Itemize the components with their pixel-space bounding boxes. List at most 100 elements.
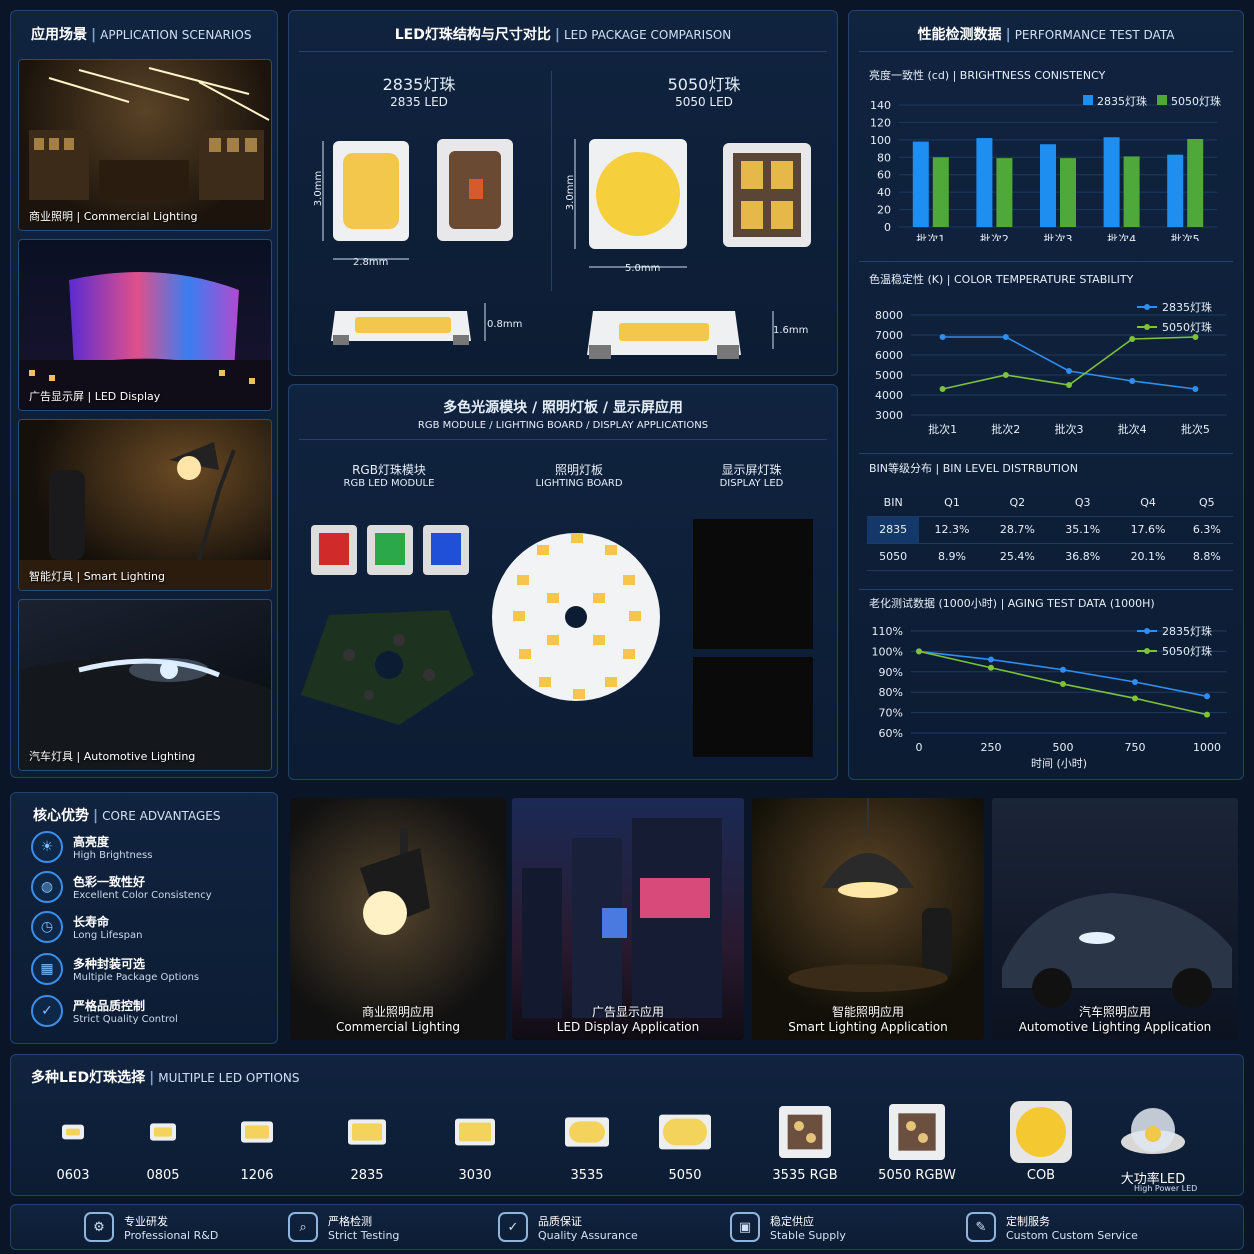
rd-icon: ⚙ [84,1212,114,1242]
legend-label: 2835灯珠 [1162,300,1212,314]
left-width-dim: 2.8mm [353,257,389,268]
data-point [1132,679,1138,685]
led-option-1[interactable]: 0805 [118,1080,208,1190]
scenario-display[interactable]: 广告显示屏 | LED Display [18,239,272,411]
led-option-7[interactable]: 3535 RGB [760,1080,850,1190]
led-option-4[interactable]: 3030 [430,1080,520,1190]
modules-art [301,519,813,757]
app-automotive[interactable]: 汽车照明应用 Automotive Lighting Application [992,798,1238,1040]
led-option-0[interactable]: 0603 [28,1080,118,1190]
y-tick-label: 6000 [875,349,903,362]
y-tick-label: 100% [872,645,903,658]
bar-2835 [912,141,929,227]
y-tick-label: 140 [870,99,891,112]
legend-swatch [1083,95,1093,105]
footer-custom: ✎ 定制服务 Custom Custom Service [966,1212,1138,1242]
data-point [1002,334,1009,340]
scenario-label: 汽车灯具 | Automotive Lighting [29,750,196,763]
table-header-cell: Q3 [1050,489,1116,517]
data-point [1066,382,1072,388]
led-option-2[interactable]: 1206 [212,1080,302,1190]
bar-5050 [1187,138,1204,227]
led-image [659,1114,711,1150]
clock-icon: ◷ [31,911,63,943]
data-point [1204,693,1210,700]
shield-icon: ✓ [31,995,63,1027]
aging-chart: 60% 70% 80% 90% 100% 110% 0 250 500 750 1000 2835灯珠… [872,624,1227,754]
x-tick-label: 500 [1053,741,1074,754]
led-option-label: 0603 [56,1168,90,1183]
advantage-brightness: ☀ 高亮度 High Brightness [31,831,152,863]
bar-2835 [1040,144,1056,227]
led-image [455,1118,495,1146]
app-caption: 广告显示应用 LED Display Application [556,1005,700,1034]
x-tick-label: 批次1 [928,422,957,436]
bar-5050 [1123,156,1140,227]
legend-marker [1144,304,1150,310]
table-header-cell: Q4 [1115,489,1181,517]
scenario-label: 智能灯具 | Smart Lighting [29,570,165,583]
led-option-6[interactable]: 5050 [640,1080,730,1190]
y-tick-label: 0 [884,221,891,234]
y-tick-label: 7000 [875,329,903,342]
footer-quality: ✓ 品质保证 Quality Assurance [498,1212,638,1242]
led-option-3[interactable]: 2835 [322,1080,412,1190]
brightness-chart-title: 亮度一致性 (cd) | BRIGHTNESS CONISTENCY [869,69,1106,82]
series-line-5050 [942,336,1196,390]
x-tick-label: 批次2 [991,422,1020,436]
y-tick-label: 60 [877,169,891,182]
table-cell: 8.8% [1180,543,1233,571]
led-option-5[interactable]: 3535 [542,1080,632,1190]
bar-2835 [1103,137,1120,227]
led-option-label: 1206 [240,1168,274,1183]
y-tick-label: 120 [870,116,891,129]
data-point [1066,368,1072,374]
app-display[interactable]: 广告显示应用 LED Display Application [512,798,744,1040]
x-tick-label: 批次5 [1171,232,1200,241]
automotive-scene-art [19,658,271,770]
package-diagram [322,139,811,359]
led-option-8[interactable]: 5050 RGBW [872,1080,962,1190]
table-row: 5050 8.9% 25.4% 36.8% 20.1% 8.8% [867,543,1233,571]
advantage-lifespan: ◷ 长寿命 Long Lifespan [31,911,142,943]
data-point [939,334,946,340]
led-option-label: 5050 RGBW [878,1168,956,1183]
table-header-row: BIN Q1 Q2 Q3 Q4 Q5 [867,489,1233,517]
advantage-quality: ✓ 严格品质控制 Strict Quality Control [31,995,178,1027]
led-image [1121,1108,1185,1154]
bar-2835 [976,138,993,227]
y-tick-label: 3000 [875,409,903,422]
table-cell: 8.9% [919,543,985,571]
led-option-label: 3030 [458,1168,492,1183]
y-tick-label: 110% [872,625,903,638]
led-option-label: 2835 [350,1168,384,1183]
table-cell: 20.1% [1115,543,1181,571]
app-commercial[interactable]: 商业照明应用 Commercial Lighting [290,798,506,1040]
app-caption: 汽车照明应用 Automotive Lighting Application [1018,1005,1212,1034]
led-option-label: 3535 [570,1168,604,1183]
table-cell: 6.3% [1180,516,1233,544]
app-caption: 商业照明应用 Commercial Lighting [335,1005,461,1034]
scenarios-title: 应用场景 | APPLICATION SCENARIOS [31,27,252,43]
series-line-2835 [918,650,1208,698]
legend-label: 5050灯珠 [1162,320,1212,334]
brightness-chart: 0 20 40 60 80 100 120 140 批次1 批次2 批次3 批次4 批次5 2835灯珠 5… [870,94,1221,241]
left-height-dim: 3.0mm [313,170,325,207]
smart-scene-art [19,442,271,590]
legend-label: 5050灯珠 [1171,94,1221,108]
scenario-smart[interactable]: 智能灯具 | Smart Lighting [18,419,272,591]
commercial-scene-art [29,67,270,200]
y-tick-label: 5000 [875,369,903,382]
app-smart[interactable]: 智能照明应用 Smart Lighting Application [752,798,984,1040]
led-option-label: 3535 RGB [772,1168,838,1183]
scenario-automotive[interactable]: 汽车灯具 | Automotive Lighting [18,599,272,771]
led-option-10[interactable]: 大功率LED [1108,1080,1198,1190]
right-thick-dim: 1.6mm [773,325,809,336]
led-option-9[interactable]: COB [996,1080,1086,1190]
right-width-dim: 5.0mm [625,263,661,274]
data-point [1060,666,1066,673]
bar-5050 [1060,158,1076,227]
legend-marker [1144,628,1150,634]
scenario-commercial[interactable]: 商业照明 | Commercial Lighting [18,59,272,231]
x-tick-label: 0 [916,741,923,754]
